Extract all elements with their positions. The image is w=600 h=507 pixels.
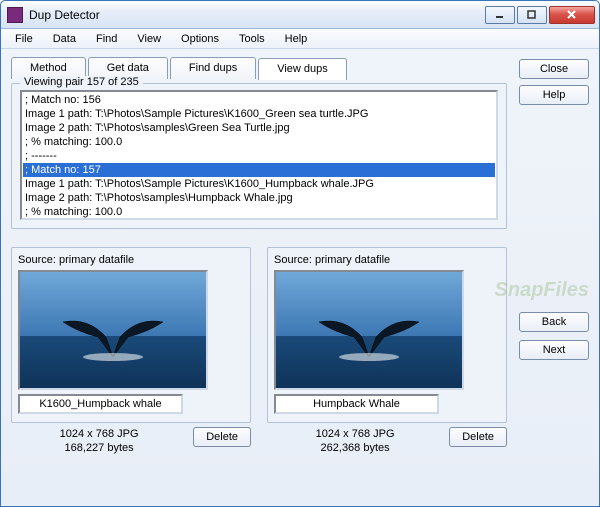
viewing-panel: Viewing pair 157 of 235 ; Match no: 156I… [11,83,507,229]
maximize-icon [527,10,537,20]
whale-tail-icon [314,307,424,362]
list-item[interactable]: ; Match no: 157 [23,163,495,177]
menu-find[interactable]: Find [86,31,127,47]
list-item[interactable]: ; Match no: 156 [23,93,495,107]
images-row: Source: primary datafile K1600_Humpback … [11,243,507,455]
menu-help[interactable]: Help [275,31,318,47]
window-controls [485,6,595,24]
client-area: Method Get data Find dups View dups View… [1,49,599,506]
menu-tools[interactable]: Tools [229,31,275,47]
tab-find-dups[interactable]: Find dups [170,57,256,79]
list-item[interactable]: ; ------- [23,149,495,163]
close-button[interactable]: Close [519,59,589,79]
minimize-button[interactable] [485,6,515,24]
image-meta-right: 1024 x 768 JPG 262,368 bytes [267,427,443,455]
list-item[interactable]: ; % matching: 100.0 [23,135,495,149]
image-panel-right: Source: primary datafile Humpback Whale … [267,243,507,455]
app-window: Dup Detector File Data Find View Options… [0,0,600,507]
next-button[interactable]: Next [519,340,589,360]
side-buttons: Close Help Back Next [519,57,589,496]
image-panel-left: Source: primary datafile K1600_Humpback … [11,243,251,455]
delete-right-button[interactable]: Delete [449,427,507,447]
thumbnail-right [274,270,464,390]
close-icon [567,10,577,20]
thumbnail-left [18,270,208,390]
menu-data[interactable]: Data [43,31,86,47]
back-button[interactable]: Back [519,312,589,332]
minimize-icon [495,10,505,20]
menubar: File Data Find View Options Tools Help [1,29,599,49]
list-item[interactable]: ; % matching: 100.0 [23,205,495,219]
list-item[interactable]: ; ------- [23,219,495,220]
list-item[interactable]: Image 1 path: T:\Photos\Sample Pictures\… [23,107,495,121]
image-meta-left: 1024 x 768 JPG 168,227 bytes [11,427,187,455]
viewing-label: Viewing pair 157 of 235 [20,76,143,88]
image-name-right: Humpback Whale [274,394,439,414]
close-window-button[interactable] [549,6,595,24]
list-item[interactable]: Image 1 path: T:\Photos\Sample Pictures\… [23,177,495,191]
list-item[interactable]: Image 2 path: T:\Photos\samples\Humpback… [23,191,495,205]
source-label-right: Source: primary datafile [274,254,500,266]
help-button[interactable]: Help [519,85,589,105]
tab-view-dups[interactable]: View dups [258,58,347,80]
image-name-left: K1600_Humpback whale [18,394,183,414]
menu-options[interactable]: Options [171,31,229,47]
titlebar: Dup Detector [1,1,599,29]
source-label-left: Source: primary datafile [18,254,244,266]
match-listbox[interactable]: ; Match no: 156Image 1 path: T:\Photos\S… [20,90,498,220]
window-title: Dup Detector [29,8,485,22]
whale-tail-icon [58,307,168,362]
menu-view[interactable]: View [127,31,171,47]
list-item[interactable]: Image 2 path: T:\Photos\samples\Green Se… [23,121,495,135]
menu-file[interactable]: File [5,31,43,47]
app-icon [7,7,23,23]
maximize-button[interactable] [517,6,547,24]
delete-left-button[interactable]: Delete [193,427,251,447]
